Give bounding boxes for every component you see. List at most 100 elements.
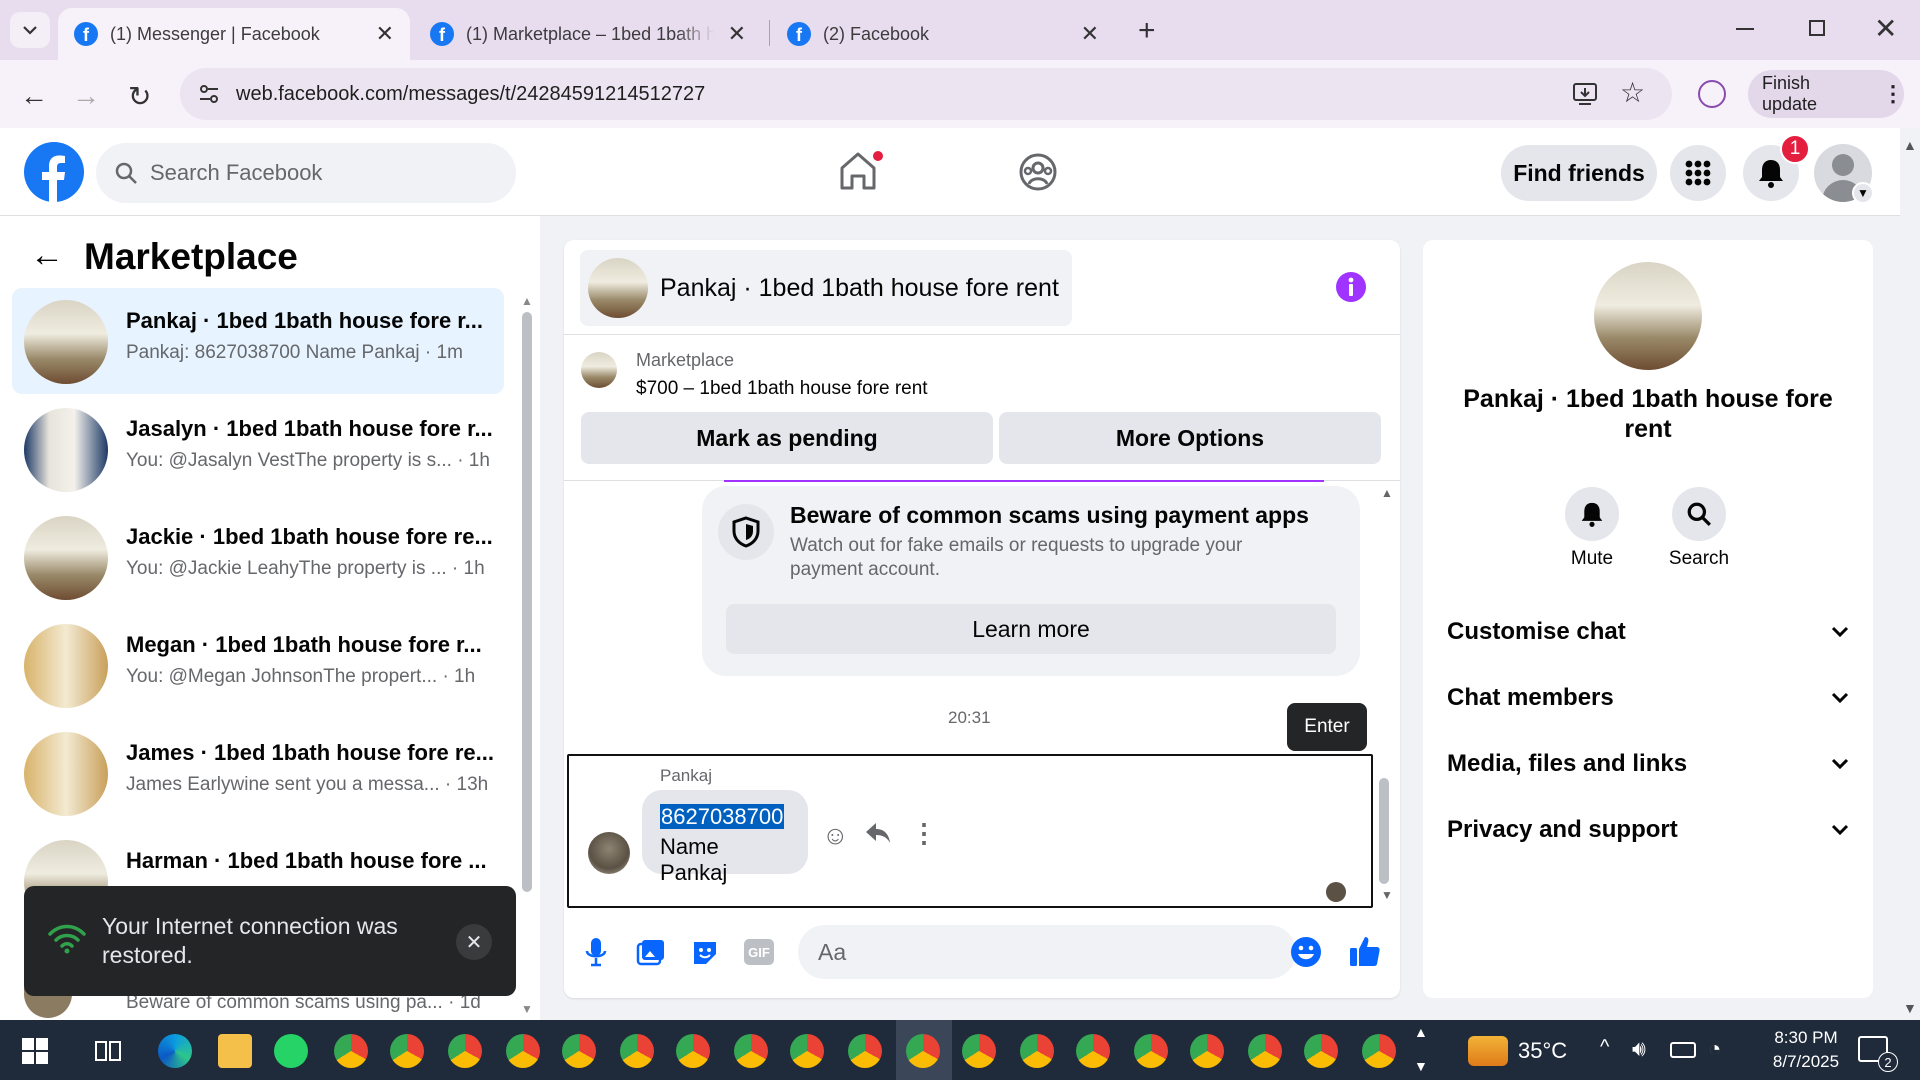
edge-icon[interactable]: [158, 1034, 192, 1068]
page-scroll-down-icon[interactable]: ▼: [1903, 1000, 1917, 1016]
minimize-icon[interactable]: [1736, 28, 1754, 30]
tab-facebook[interactable]: f (2) Facebook ✕: [771, 8, 1115, 60]
home-icon[interactable]: [838, 148, 886, 194]
facebook-search-input[interactable]: Search Facebook: [96, 143, 516, 203]
page-scroll-up-icon[interactable]: ▲: [1903, 137, 1917, 153]
profile-avatar[interactable]: [1594, 262, 1702, 370]
tab-messenger[interactable]: f (1) Messenger | Facebook ✕: [58, 8, 410, 60]
back-arrow-icon[interactable]: ←: [30, 236, 64, 275]
network-icon[interactable]: ◔: [1708, 1036, 1721, 1062]
conversation-item[interactable]: Jasalyn · 1bed 1bath house fore r... You…: [12, 396, 504, 502]
close-toast-icon[interactable]: ✕: [456, 924, 492, 960]
chrome-icon[interactable]: [962, 1034, 996, 1068]
back-icon[interactable]: ←: [20, 80, 48, 112]
listing-title[interactable]: $700 – 1bed 1bath house fore rent: [636, 378, 928, 400]
url-text[interactable]: web.facebook.com/messages/t/242845912145…: [236, 83, 705, 106]
chrome-icon[interactable]: [848, 1034, 882, 1068]
weather-icon[interactable]: [1468, 1036, 1508, 1066]
tab-search-button[interactable]: [10, 12, 50, 48]
chrome-icon[interactable]: [620, 1034, 654, 1068]
chrome-icon[interactable]: [1134, 1034, 1168, 1068]
customise-chat-section[interactable]: Customise chat: [1447, 612, 1849, 652]
volume-icon[interactable]: 🔊︎: [1632, 1036, 1646, 1062]
reload-icon[interactable]: ↻: [128, 80, 151, 113]
address-bar[interactable]: web.facebook.com/messages/t/242845912145…: [180, 68, 1672, 120]
chat-scrollbar[interactable]: [1379, 778, 1389, 884]
whatsapp-icon[interactable]: [274, 1034, 308, 1068]
chrome-icon[interactable]: [734, 1034, 768, 1068]
conversation-item[interactable]: Megan · 1bed 1bath house fore r... You: …: [12, 612, 504, 718]
chat-header[interactable]: Pankaj · 1bed 1bath house fore rent: [580, 250, 1072, 326]
chrome-icon[interactable]: [390, 1034, 424, 1068]
bookmark-star-icon[interactable]: ☆: [1620, 76, 1645, 109]
emoji-icon[interactable]: [1290, 936, 1322, 968]
reply-icon[interactable]: [864, 820, 892, 846]
photo-icon[interactable]: [636, 938, 666, 966]
tab-marketplace[interactable]: f (1) Marketplace – 1bed 1bath h ✕: [414, 8, 762, 60]
battery-icon[interactable]: [1670, 1042, 1696, 1058]
find-friends-button[interactable]: Find friends: [1501, 145, 1657, 201]
gif-icon[interactable]: GIF: [744, 939, 774, 965]
selected-phone-text[interactable]: 8627038700: [660, 804, 785, 829]
taskbar-scroll-down-icon[interactable]: ▼: [1414, 1058, 1428, 1074]
file-explorer-icon[interactable]: [218, 1034, 252, 1068]
more-options-button[interactable]: More Options: [999, 412, 1381, 464]
chat-members-section[interactable]: Chat members: [1447, 678, 1849, 718]
close-tab-icon[interactable]: ✕: [376, 21, 394, 47]
clock[interactable]: 8:30 PM 8/7/2025: [1756, 1026, 1856, 1074]
system-tray-chevron-icon[interactable]: ^: [1600, 1036, 1609, 1059]
conversation-item[interactable]: Pankaj · 1bed 1bath house fore r... Pank…: [12, 288, 504, 394]
learn-more-button[interactable]: Learn more: [726, 604, 1336, 654]
chrome-icon[interactable]: [334, 1034, 368, 1068]
message-bubble[interactable]: 8627038700 Name Pankaj: [642, 790, 808, 885]
search-conversation-button[interactable]: [1672, 487, 1726, 541]
privacy-support-section[interactable]: Privacy and support: [1447, 810, 1849, 850]
new-tab-icon[interactable]: +: [1138, 14, 1156, 48]
account-chevron-icon[interactable]: ▼: [1852, 182, 1874, 204]
chrome-icon[interactable]: [1076, 1034, 1110, 1068]
thumbs-up-icon[interactable]: [1348, 934, 1382, 968]
close-tab-icon[interactable]: ✕: [728, 21, 746, 47]
forward-icon[interactable]: →: [72, 80, 100, 112]
chrome-icon[interactable]: [1304, 1034, 1338, 1068]
conversation-item[interactable]: Jackie · 1bed 1bath house fore re... You…: [12, 504, 504, 610]
react-icon[interactable]: ☺: [822, 820, 849, 851]
media-files-links-section[interactable]: Media, files and links: [1447, 744, 1849, 784]
task-view-icon[interactable]: [94, 1038, 122, 1064]
facebook-logo-icon[interactable]: [24, 142, 84, 202]
mute-button[interactable]: [1565, 487, 1619, 541]
chrome-icon[interactable]: [790, 1034, 824, 1068]
list-scroll-down-icon[interactable]: ▼: [521, 1002, 533, 1016]
taskbar-scroll-up-icon[interactable]: ▲: [1414, 1024, 1428, 1040]
chrome-icon[interactable]: [506, 1034, 540, 1068]
sticker-icon[interactable]: [690, 938, 720, 966]
microphone-icon[interactable]: [584, 936, 608, 968]
close-window-icon[interactable]: ✕: [1874, 12, 1897, 45]
chrome-icon[interactable]: [906, 1034, 940, 1068]
message-input[interactable]: Aa: [798, 925, 1321, 979]
profile-icon[interactable]: [1698, 80, 1726, 108]
chrome-icon[interactable]: [1248, 1034, 1282, 1068]
conversation-item[interactable]: James · 1bed 1bath house fore re... Jame…: [12, 720, 504, 826]
chrome-icon[interactable]: [448, 1034, 482, 1068]
list-scrollbar[interactable]: [522, 312, 532, 892]
mark-as-pending-button[interactable]: Mark as pending: [581, 412, 993, 464]
chat-scroll-up-icon[interactable]: ▲: [1381, 486, 1393, 500]
chrome-icon[interactable]: [676, 1034, 710, 1068]
chat-scroll-down-icon[interactable]: ▼: [1381, 888, 1393, 902]
menu-grid-button[interactable]: [1670, 145, 1726, 201]
sender-avatar[interactable]: [588, 832, 630, 874]
restore-icon[interactable]: [1809, 20, 1825, 36]
list-scroll-up-icon[interactable]: ▲: [521, 294, 533, 308]
windows-start-icon[interactable]: [22, 1038, 48, 1064]
chrome-icon[interactable]: [1190, 1034, 1224, 1068]
chrome-icon[interactable]: [1020, 1034, 1054, 1068]
chrome-icon[interactable]: [562, 1034, 596, 1068]
more-actions-icon[interactable]: ⋮: [911, 818, 937, 849]
temperature[interactable]: 35°C: [1518, 1038, 1567, 1064]
close-tab-icon[interactable]: ✕: [1081, 21, 1099, 47]
finish-update-button[interactable]: Finish update ⋮: [1748, 70, 1904, 118]
groups-icon[interactable]: [1018, 152, 1058, 192]
chrome-icon[interactable]: [1362, 1034, 1396, 1068]
info-icon[interactable]: [1335, 271, 1367, 303]
